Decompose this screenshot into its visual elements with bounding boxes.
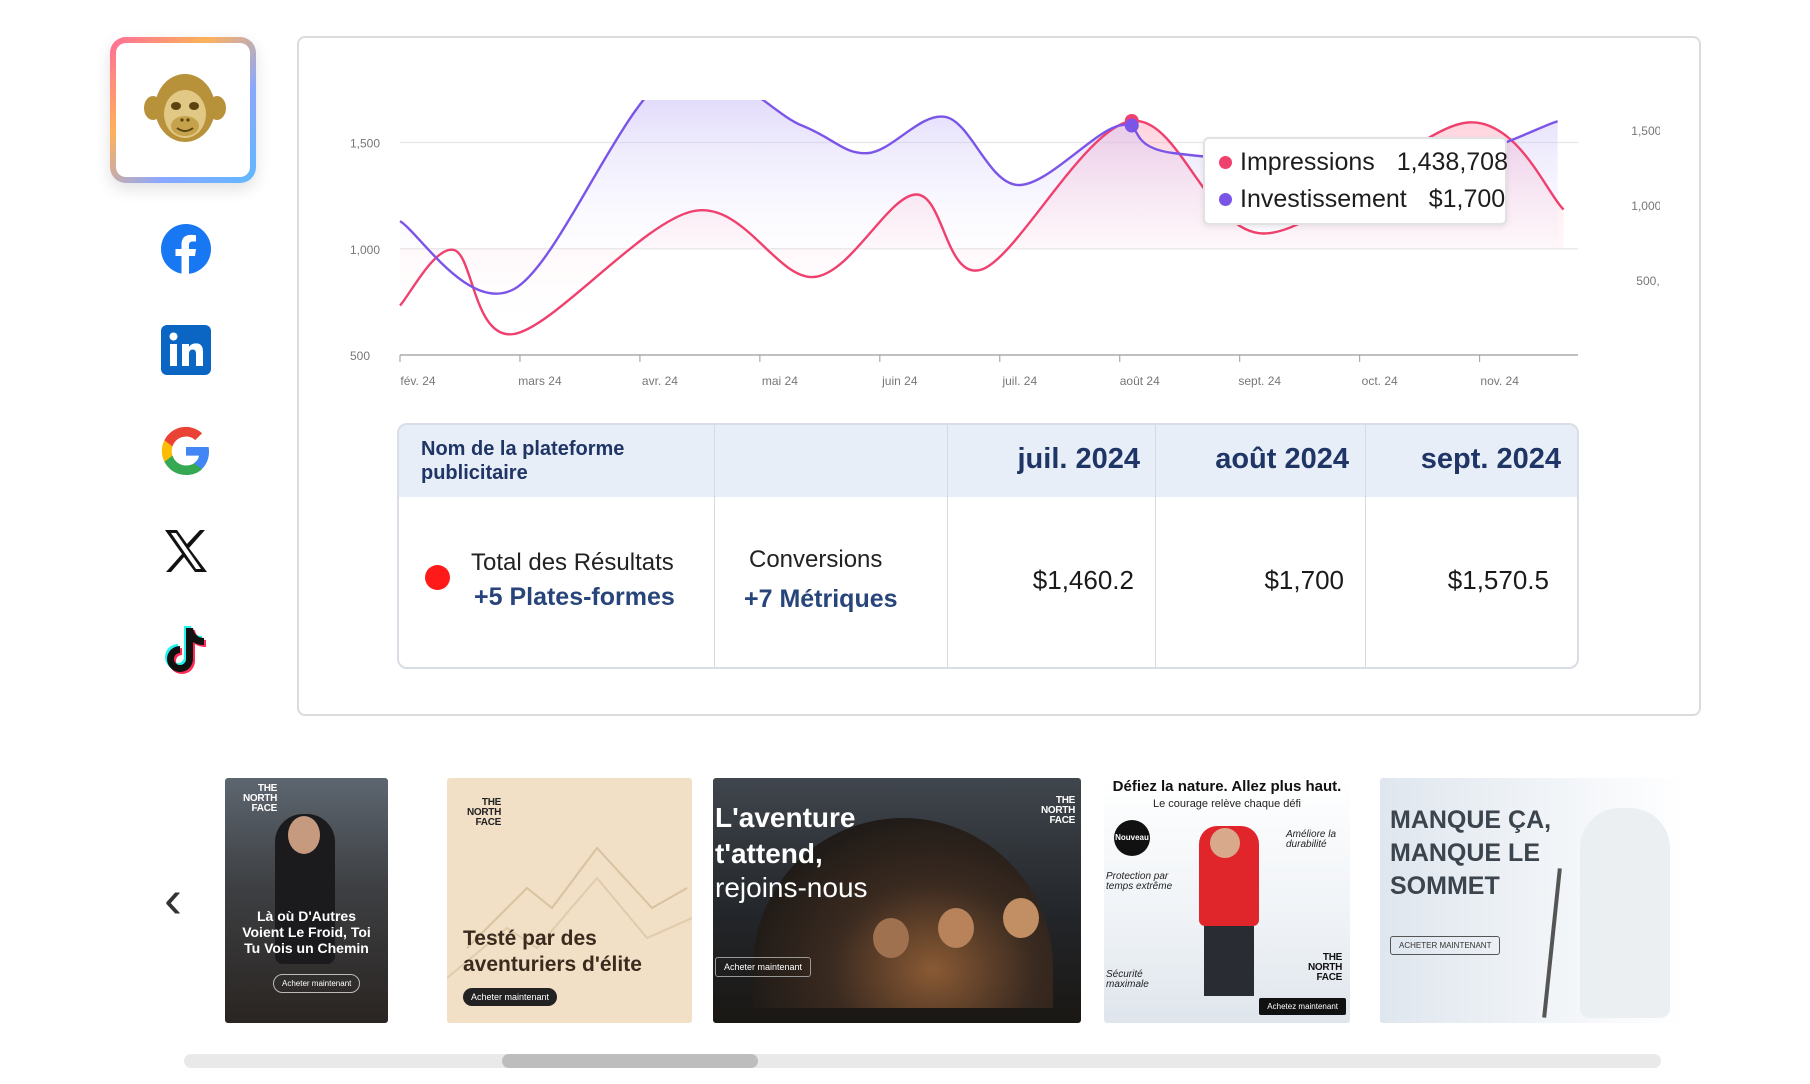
header-month-2: août 2024 — [1215, 443, 1349, 475]
ad5-headline: MANQUE ÇA, MANQUE LE SOMMET — [1390, 806, 1552, 900]
y-left-tick-label: 1,000 — [350, 243, 380, 257]
x-icon[interactable] — [160, 525, 212, 577]
y-right-tick-label: 1,500,000 — [1631, 124, 1660, 138]
carousel-prev-button[interactable]: ‹ — [164, 872, 182, 926]
ad4-callout-3: Sécurité maximale — [1106, 969, 1149, 990]
ad3-person-3 — [1003, 898, 1039, 938]
carousel-scrollbar-thumb[interactable] — [502, 1054, 758, 1068]
ad2-brand: THE NORTH FACE — [466, 797, 501, 828]
x-tick-label: mars 24 — [518, 374, 562, 388]
y-left-tick-label: 500 — [350, 349, 370, 363]
x-tick-label: juil. 24 — [1001, 374, 1037, 388]
ad4-cta-button[interactable]: Achetez maintenant — [1259, 998, 1346, 1015]
y-right-tick-label: 500,000 — [1636, 274, 1660, 288]
x-tick-label: mai 24 — [762, 374, 798, 388]
row-label: Total des Résultats — [471, 549, 674, 576]
ad1-face — [288, 816, 320, 854]
ad4-climber-face — [1210, 828, 1240, 858]
value-month-3: $1,570.5 — [1447, 565, 1549, 595]
header-month-3: sept. 2024 — [1420, 443, 1561, 475]
row-metric: Conversions — [749, 546, 883, 573]
x-tick-label: sept. 24 — [1238, 374, 1281, 388]
linkedin-icon[interactable] — [160, 324, 212, 376]
y-left-tick-label: 1,500 — [350, 137, 380, 151]
ad-card-2[interactable]: THE NORTH FACE Testé par des aventuriers… — [447, 778, 692, 1023]
x-tick-label: fév. 24 — [400, 374, 435, 388]
row-label-sub[interactable]: +5 Plates-formes — [474, 583, 675, 612]
ad4-climber-legs — [1204, 926, 1254, 996]
ad4-subline: Le courage relève chaque défi — [1153, 798, 1301, 810]
ad3-person-1 — [873, 918, 909, 958]
header-platform: Nom de la plateforme publicitaire — [421, 438, 625, 484]
ad3-subline: rejoins-nous — [715, 872, 868, 903]
ad1-brand: THE NORTH FACE — [242, 783, 277, 814]
ad-card-4[interactable]: Défiez la nature. Allez plus haut. Le co… — [1104, 778, 1350, 1023]
y-right-tick-label: 1,000,000 — [1631, 199, 1660, 213]
x-tick-label: juin 24 — [881, 374, 918, 388]
total-results-dot — [425, 565, 450, 590]
ad2-cta-button[interactable]: Acheter maintenant — [463, 988, 558, 1006]
monkey-logo-icon — [144, 74, 226, 142]
tooltip-impressions-value: 1,438,708 — [1396, 148, 1508, 176]
ad4-callout-2: Protection par temps extrême — [1106, 871, 1173, 892]
tooltip-invest-label: Investissement — [1240, 185, 1407, 213]
ad3-headline: L'aventure t'attend, — [715, 802, 856, 869]
x-tick-label: août 24 — [1120, 374, 1160, 388]
x-tick-label: nov. 24 — [1480, 374, 1519, 388]
row-metric-sub[interactable]: +7 Métriques — [744, 585, 898, 614]
ad1-headline: Là où D'Autres Voient Le Froid, Toi Tu V… — [242, 908, 371, 956]
results-table: Nom de la plateforme publicitaire juil. … — [397, 423, 1579, 669]
carousel-scrollbar-track[interactable] — [184, 1054, 1661, 1068]
brand-logo-card[interactable] — [110, 37, 256, 183]
ad3-person-2 — [938, 908, 974, 948]
google-icon[interactable] — [160, 425, 212, 477]
value-month-2: $1,700 — [1264, 565, 1344, 595]
header-month-1: juil. 2024 — [1017, 443, 1140, 475]
ad-card-1[interactable]: THE NORTH FACE Là où D'Autres Voient Le … — [225, 778, 388, 1023]
ad-card-5[interactable]: MANQUE ÇA, MANQUE LE SOMMET ACHETER MAIN… — [1380, 778, 1740, 1023]
ad4-headline: Défiez la nature. Allez plus haut. — [1112, 778, 1342, 795]
ad1-cta-button[interactable]: Acheter maintenant — [273, 974, 361, 993]
tiktok-icon[interactable] — [160, 625, 212, 677]
ad4-callout-1: Améliore la durabilité — [1286, 829, 1337, 850]
tooltip-invest-value: $1,700 — [1428, 185, 1506, 213]
ad4-brand: THE NORTH FACE — [1307, 952, 1342, 983]
ad3-cta-button[interactable]: Acheter maintenant — [715, 957, 812, 977]
tooltip-impressions-label: Impressions — [1240, 148, 1375, 176]
x-tick-label: oct. 24 — [1362, 374, 1398, 388]
ad2-headline: Testé par des aventuriers d'élite — [463, 927, 642, 976]
impressions-dot — [1219, 156, 1232, 169]
investment-marker — [1124, 118, 1139, 133]
value-month-1: $1,460.2 — [1032, 565, 1134, 595]
ad5-cta-button[interactable]: ACHETER MAINTENANT — [1390, 936, 1501, 955]
ad-card-3[interactable]: THE NORTH FACE L'aventure t'attend, rejo… — [713, 778, 1081, 1023]
chart-tooltip: Impressions 1,438,708 Investissement $1,… — [1203, 137, 1508, 225]
ad4-new-badge: Nouveau — [1114, 820, 1150, 856]
ad3-brand: THE NORTH FACE — [1040, 795, 1075, 826]
x-tick-label: avr. 24 — [642, 374, 678, 388]
investment-dot — [1219, 193, 1232, 206]
facebook-icon[interactable] — [160, 223, 212, 275]
